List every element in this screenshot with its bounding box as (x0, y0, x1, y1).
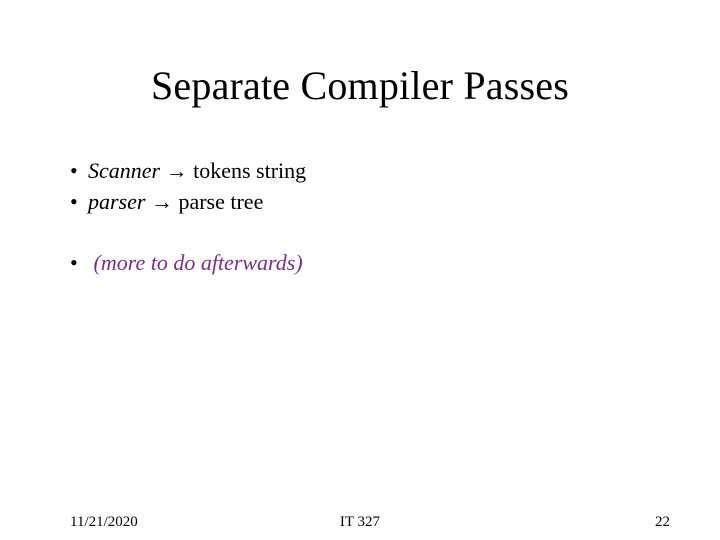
bullet-item: •parser → parse tree (70, 188, 660, 217)
slide: Separate Compiler Passes •Scanner → toke… (0, 0, 720, 540)
bullet-dot: • (70, 157, 88, 186)
footer-page: 22 (655, 514, 670, 531)
bullet-term: Scanner (88, 158, 160, 183)
bullet-list: •Scanner → tokens string •parser → parse… (70, 155, 660, 218)
bullet-item: •Scanner → tokens string (70, 157, 660, 186)
more-line: • (more to do afterwards) (70, 250, 303, 276)
bullet-dot: • (70, 250, 88, 276)
bullet-rest: parse tree (178, 189, 263, 214)
bullet-term: parser (88, 189, 145, 214)
bullet-dot: • (70, 188, 88, 217)
arrow-icon: → (166, 158, 188, 183)
arrow-icon: → (151, 189, 173, 214)
bullet-rest: tokens string (193, 158, 306, 183)
slide-title: Separate Compiler Passes (0, 62, 720, 109)
more-text: (more to do afterwards) (94, 250, 303, 275)
footer-course: IT 327 (0, 514, 720, 531)
